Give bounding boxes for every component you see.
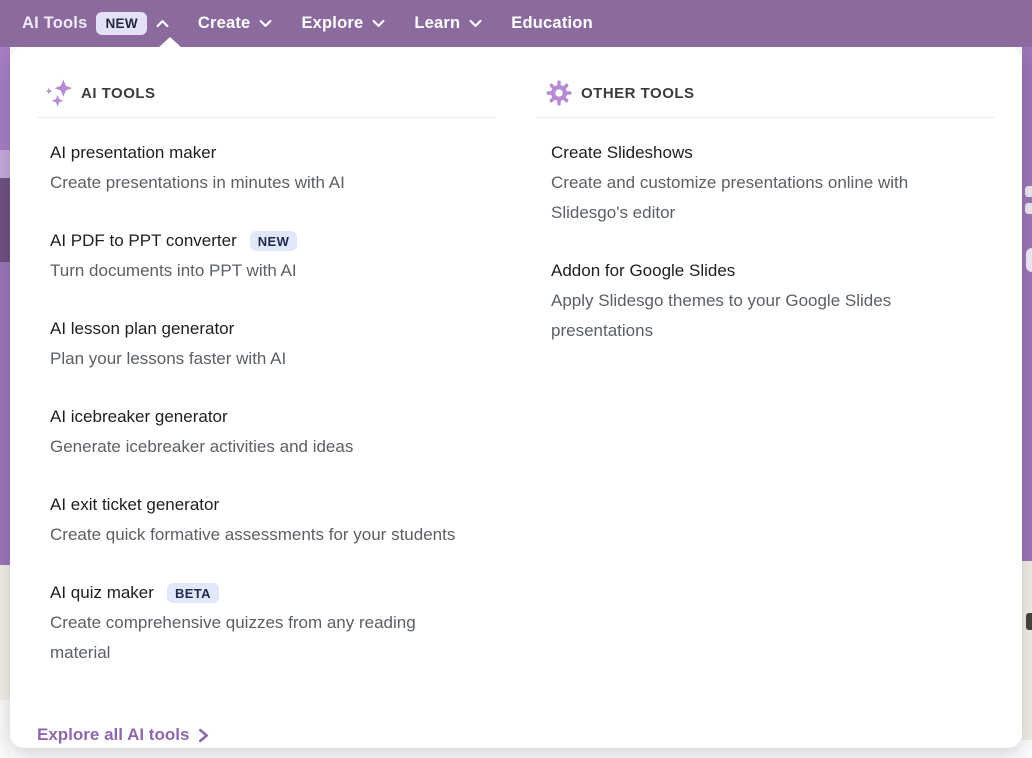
chevron-right-icon <box>198 728 209 743</box>
other-tools-column: OTHER TOOLS Create Slideshows Create and… <box>537 47 995 374</box>
nav-item-ai-tools[interactable]: AI Tools NEW <box>22 12 169 35</box>
ai-tools-column: AI TOOLS AI presentation maker Create pr… <box>37 47 495 746</box>
menu-item-ai-icebreaker-generator[interactable]: AI icebreaker generator Generate icebrea… <box>50 402 495 462</box>
cropped-text-fragment <box>1026 248 1032 272</box>
menu-item-create-slideshows[interactable]: Create Slideshows Create and customize p… <box>551 138 995 228</box>
chevron-up-icon <box>156 19 169 28</box>
menu-item-description: Create comprehensive quizzes from any re… <box>50 608 474 668</box>
nav-item-learn[interactable]: Learn <box>414 15 482 32</box>
menu-item-description: Plan your lessons faster with AI <box>50 344 474 374</box>
section-title: OTHER TOOLS <box>581 86 695 101</box>
chevron-down-icon <box>259 19 272 28</box>
menu-item-title: Addon for Google Slides <box>551 256 735 286</box>
ai-tools-header: AI TOOLS <box>37 78 495 108</box>
nav-item-explore[interactable]: Explore <box>301 15 385 32</box>
cropped-glyph-fragment <box>1026 613 1032 630</box>
new-badge: NEW <box>96 12 146 35</box>
nav-item-create[interactable]: Create <box>198 15 273 32</box>
beta-badge: BETA <box>167 583 219 603</box>
chevron-down-icon <box>469 19 482 28</box>
menu-item-title: AI presentation maker <box>50 138 216 168</box>
menu-item-description: Create quick formative assessments for y… <box>50 520 474 550</box>
page-behind-right-edge <box>1022 47 1032 758</box>
menu-item-addon-for-google-slides[interactable]: Addon for Google Slides Apply Slidesgo t… <box>551 256 995 346</box>
top-navbar: AI Tools NEW Create Explore Learn Educ <box>0 0 1032 47</box>
section-divider <box>537 117 995 118</box>
menu-item-title: AI lesson plan generator <box>50 314 234 344</box>
menu-item-description: Create and customize presentations onlin… <box>551 168 975 228</box>
sparkles-icon <box>45 78 72 108</box>
menu-item-description: Turn documents into PPT with AI <box>50 256 474 286</box>
menu-item-ai-lesson-plan-generator[interactable]: AI lesson plan generator Plan your lesso… <box>50 314 495 374</box>
menu-item-title: Create Slideshows <box>551 138 693 168</box>
nav-item-label: Education <box>511 15 593 32</box>
explore-all-ai-tools-link[interactable]: Explore all AI tools <box>37 724 209 746</box>
gear-icon <box>546 80 572 106</box>
new-badge: NEW <box>250 231 298 251</box>
nav-item-label: AI Tools <box>22 15 87 32</box>
menu-item-title: AI PDF to PPT converter <box>50 226 237 256</box>
nav-item-education[interactable]: Education <box>511 15 593 32</box>
menu-item-description: Create presentations in minutes with AI <box>50 168 474 198</box>
menu-item-description: Apply Slidesgo themes to your Google Sli… <box>551 286 975 346</box>
other-tools-header: OTHER TOOLS <box>537 78 995 108</box>
menu-item-title: AI exit ticket generator <box>50 490 219 520</box>
ai-tools-list: AI presentation maker Create presentatio… <box>50 138 495 668</box>
cropped-text-fragment <box>1025 186 1032 197</box>
chevron-down-icon <box>372 19 385 28</box>
nav-item-label: Create <box>198 15 251 32</box>
menu-item-title: AI icebreaker generator <box>50 402 228 432</box>
other-tools-list: Create Slideshows Create and customize p… <box>551 138 995 346</box>
menu-item-ai-exit-ticket-generator[interactable]: AI exit ticket generator Create quick fo… <box>50 490 495 550</box>
page: AI Tools NEW Create Explore Learn Educ <box>0 0 1032 758</box>
nav-item-label: Explore <box>301 15 363 32</box>
menu-item-description: Generate icebreaker activities and ideas <box>50 432 474 462</box>
nav-item-label: Learn <box>414 15 460 32</box>
section-title: AI TOOLS <box>81 86 156 101</box>
dropdown-caret <box>158 37 182 48</box>
ai-tools-dropdown-panel: AI TOOLS AI presentation maker Create pr… <box>10 47 1022 748</box>
menu-item-ai-quiz-maker[interactable]: AI quiz maker BETA Create comprehensive … <box>50 578 495 668</box>
menu-item-ai-pdf-to-ppt-converter[interactable]: AI PDF to PPT converter NEW Turn documen… <box>50 226 495 286</box>
page-behind-left-edge <box>0 47 10 758</box>
menu-item-title: AI quiz maker <box>50 578 154 608</box>
cropped-text-fragment <box>1025 203 1032 214</box>
menu-item-ai-presentation-maker[interactable]: AI presentation maker Create presentatio… <box>50 138 495 198</box>
section-divider <box>37 117 495 118</box>
footer-link-label: Explore all AI tools <box>37 724 189 746</box>
